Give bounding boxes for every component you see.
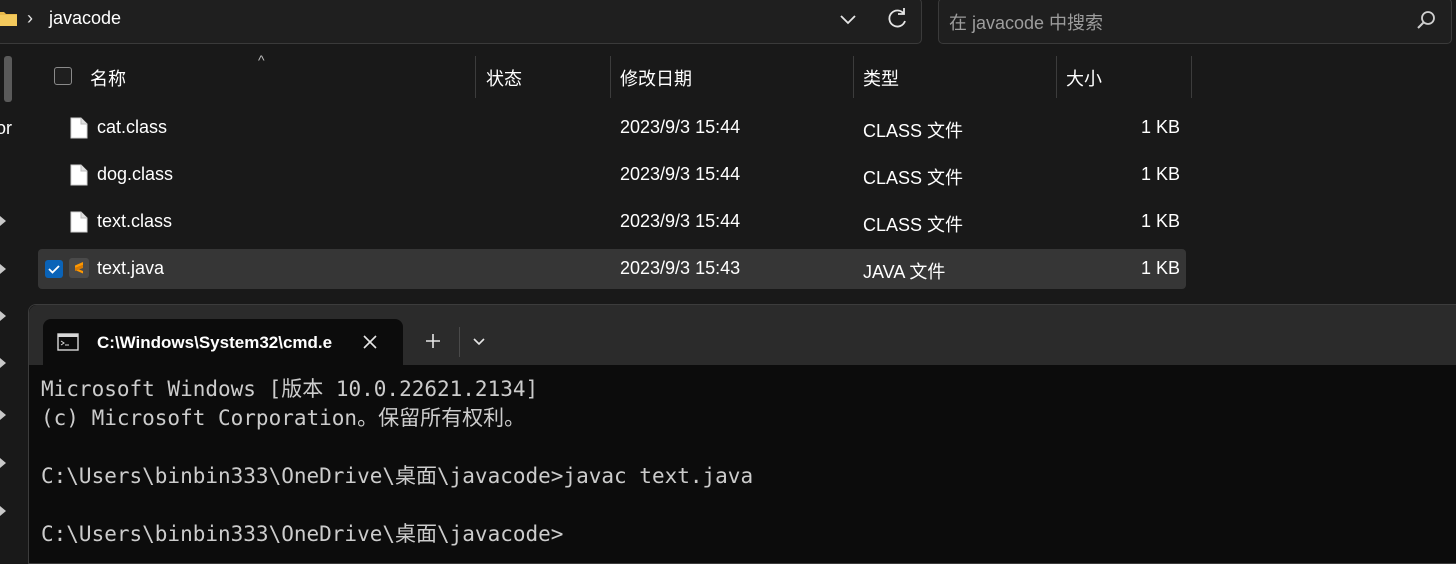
file-type: JAVA 文件 (863, 262, 946, 282)
file-size: 1 KB (1140, 211, 1180, 231)
search-placeholder: 在 javacode 中搜索 (949, 13, 1104, 33)
file-row-text-java[interactable]: text.java 2023/9/3 15:43 JAVA 文件 1 KB (38, 249, 1186, 289)
file-name: text.class (97, 211, 173, 231)
file-name: cat.class (97, 117, 168, 137)
chevron-down-icon[interactable] (835, 7, 861, 33)
address-bar[interactable]: › javacode (0, 0, 922, 44)
expand-arrow-icon[interactable] (0, 311, 6, 321)
chevron-down-icon[interactable] (471, 333, 487, 349)
console-line: Microsoft Windows [版本 10.0.22621.2134] (41, 377, 539, 401)
expand-arrow-icon[interactable] (0, 216, 6, 226)
expand-arrow-icon[interactable] (0, 410, 6, 420)
sublime-text-icon (69, 258, 89, 278)
file-type: CLASS 文件 (863, 121, 964, 141)
column-divider[interactable] (1056, 56, 1057, 98)
file-modified: 2023/9/3 15:44 (620, 117, 741, 137)
sort-ascending-icon: ^ (258, 52, 265, 68)
file-row-text-class[interactable]: text.class 2023/9/3 15:44 CLASS 文件 1 KB (38, 202, 1186, 242)
file-size: 1 KB (1140, 117, 1180, 137)
terminal-tab-strip: C:\Windows\System32\cmd.e (29, 305, 1456, 365)
column-header-status[interactable]: 状态 (486, 65, 522, 91)
file-modified: 2023/9/3 15:44 (620, 164, 741, 184)
expand-arrow-icon[interactable] (0, 506, 6, 516)
column-header-type[interactable]: 类型 (863, 65, 899, 91)
file-size: 1 KB (1140, 164, 1180, 184)
column-divider[interactable] (853, 56, 854, 98)
expand-arrow-icon[interactable] (0, 264, 6, 274)
file-row-dog-class[interactable]: dog.class 2023/9/3 15:44 CLASS 文件 1 KB (38, 155, 1186, 195)
folder-icon (0, 12, 17, 26)
file-modified: 2023/9/3 15:44 (620, 211, 741, 231)
search-input[interactable]: 在 javacode 中搜索 (938, 0, 1452, 44)
breadcrumb-current-folder[interactable]: javacode (49, 8, 121, 29)
row-checkbox-checked[interactable] (45, 260, 63, 278)
cmd-icon (57, 333, 79, 351)
expand-arrow-icon[interactable] (0, 458, 6, 468)
navigation-item-label[interactable]: or (0, 118, 12, 139)
file-name: dog.class (97, 164, 174, 184)
file-modified: 2023/9/3 15:43 (620, 258, 741, 278)
terminal-tab-title: C:\Windows\System32\cmd.e (97, 333, 333, 352)
expand-arrow-icon[interactable] (0, 358, 6, 368)
file-name: text.java (97, 258, 165, 278)
file-size: 1 KB (1140, 258, 1180, 278)
column-header-size[interactable]: 大小 (1066, 65, 1102, 91)
terminal-window[interactable]: C:\Windows\System32\cmd.e Microsoft Wind… (28, 304, 1456, 564)
tab-divider (459, 327, 460, 357)
console-prompt: C:\Users\binbin333\OneDrive\桌面\javacode> (41, 522, 564, 546)
breadcrumb-chevron-icon[interactable]: › (27, 8, 33, 29)
column-divider[interactable] (1191, 56, 1192, 98)
search-icon[interactable] (1415, 9, 1437, 31)
file-icon (70, 117, 88, 139)
file-icon (70, 164, 88, 186)
column-divider[interactable] (610, 56, 611, 98)
console-output[interactable]: Microsoft Windows [版本 10.0.22621.2134] (c… (41, 375, 753, 549)
refresh-icon[interactable] (883, 5, 911, 33)
select-all-checkbox[interactable] (54, 67, 72, 85)
file-type: CLASS 文件 (863, 168, 964, 188)
file-row-cat-class[interactable]: cat.class 2023/9/3 15:44 CLASS 文件 1 KB (38, 108, 1186, 148)
plus-icon[interactable] (423, 331, 443, 351)
column-header-name[interactable]: 名称 (90, 65, 126, 91)
console-line: (c) Microsoft Corporation。保留所有权利。 (41, 406, 526, 430)
file-type: CLASS 文件 (863, 215, 964, 235)
column-divider[interactable] (475, 56, 476, 98)
column-header-modified[interactable]: 修改日期 (620, 65, 692, 91)
console-line: C:\Users\binbin333\OneDrive\桌面\javacode>… (41, 464, 754, 488)
terminal-tab[interactable]: C:\Windows\System32\cmd.e (43, 319, 403, 365)
navigation-scrollbar[interactable] (4, 56, 12, 102)
close-icon[interactable] (361, 333, 379, 351)
file-icon (70, 211, 88, 233)
